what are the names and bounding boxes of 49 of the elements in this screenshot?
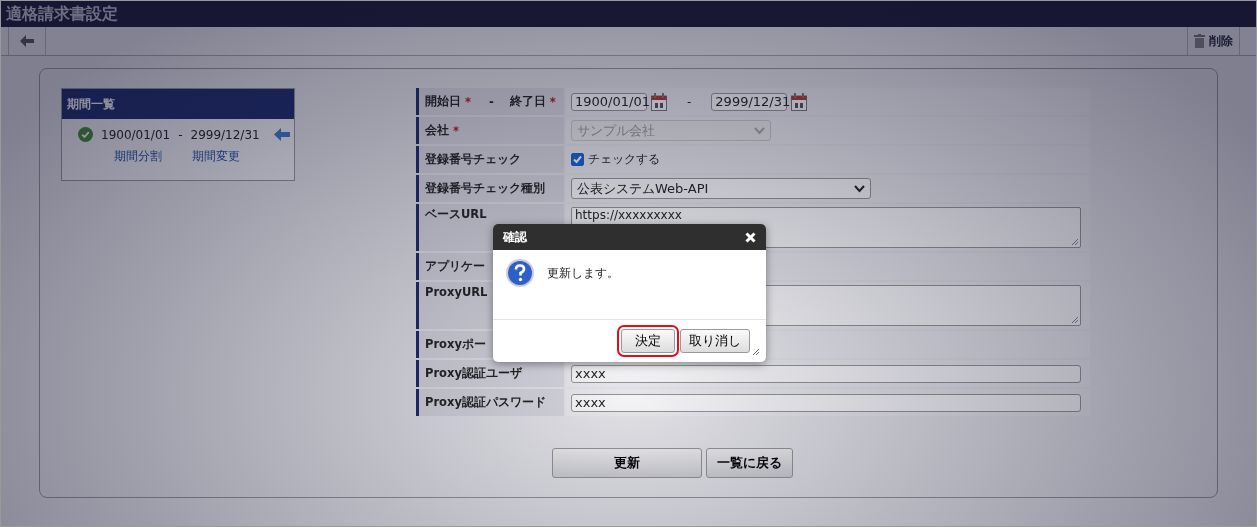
input-field[interactable]: xxxx (571, 393, 1081, 412)
dialog-title: 確認 (503, 228, 527, 246)
field-label: 登録番号チェック種別 (425, 181, 545, 196)
panel-title: 期間一覧 (67, 95, 115, 113)
resize-grip-icon[interactable] (752, 348, 760, 356)
field-label: 開始日 (425, 94, 461, 109)
period-link[interactable]: 期間変更 (192, 148, 240, 165)
field-label: Proxy認証ユーザ (425, 366, 522, 381)
input-field[interactable]: xxxx (571, 364, 1081, 383)
dropdown[interactable]: 公表システムWeb-API (571, 178, 871, 199)
checkbox[interactable] (571, 153, 584, 166)
left-arrow-icon (20, 35, 34, 47)
update-button[interactable]: 更新 (552, 448, 702, 478)
field-label: Proxy認証パスワード (425, 395, 546, 410)
date-field[interactable]: 2999/12/31 (711, 92, 788, 111)
trash-icon (1194, 34, 1205, 48)
period-start: 1900/01/01 (101, 127, 171, 142)
chevron-down-icon (854, 184, 865, 193)
field-label: 会社 (425, 123, 449, 138)
calendar-icon[interactable] (651, 92, 667, 111)
field-label: 終了日 (509, 94, 546, 109)
back-button[interactable] (8, 27, 46, 55)
date-field[interactable]: 1900/01/01 (571, 92, 647, 111)
chevron-down-icon (754, 126, 765, 135)
field-label: ProxyURL (425, 285, 488, 299)
window-title: 適格請求書設定 (6, 3, 118, 25)
required-mark: * (465, 94, 471, 109)
delete-button[interactable]: 削除 (1187, 27, 1240, 55)
calendar-icon[interactable] (791, 92, 808, 111)
cancel-button[interactable]: 取り消し (680, 329, 750, 353)
period-end: 2999/12/31 (190, 127, 260, 142)
checkbox-label: チェックする (588, 151, 660, 168)
field-label: アプリケー (425, 259, 485, 274)
checkmark-icon (572, 154, 583, 165)
required-mark: * (549, 94, 556, 109)
separator: - (178, 127, 183, 142)
resize-grip-icon[interactable] (1071, 238, 1079, 246)
field-label: 登録番号チェック (425, 152, 521, 167)
field-label: Proxyポー (425, 337, 486, 352)
separator: - (687, 94, 692, 109)
back-to-list-button[interactable]: 一覧に戻る (706, 448, 793, 478)
close-icon[interactable] (745, 231, 756, 243)
required-mark: * (453, 123, 459, 138)
period-link[interactable]: 期間分割 (114, 148, 162, 165)
dialog-message: 更新します。 (547, 265, 619, 282)
resize-grip-icon[interactable] (1071, 316, 1079, 324)
question-icon (505, 258, 535, 288)
field-label: ベースURL (425, 207, 487, 222)
separator: - (489, 94, 494, 109)
